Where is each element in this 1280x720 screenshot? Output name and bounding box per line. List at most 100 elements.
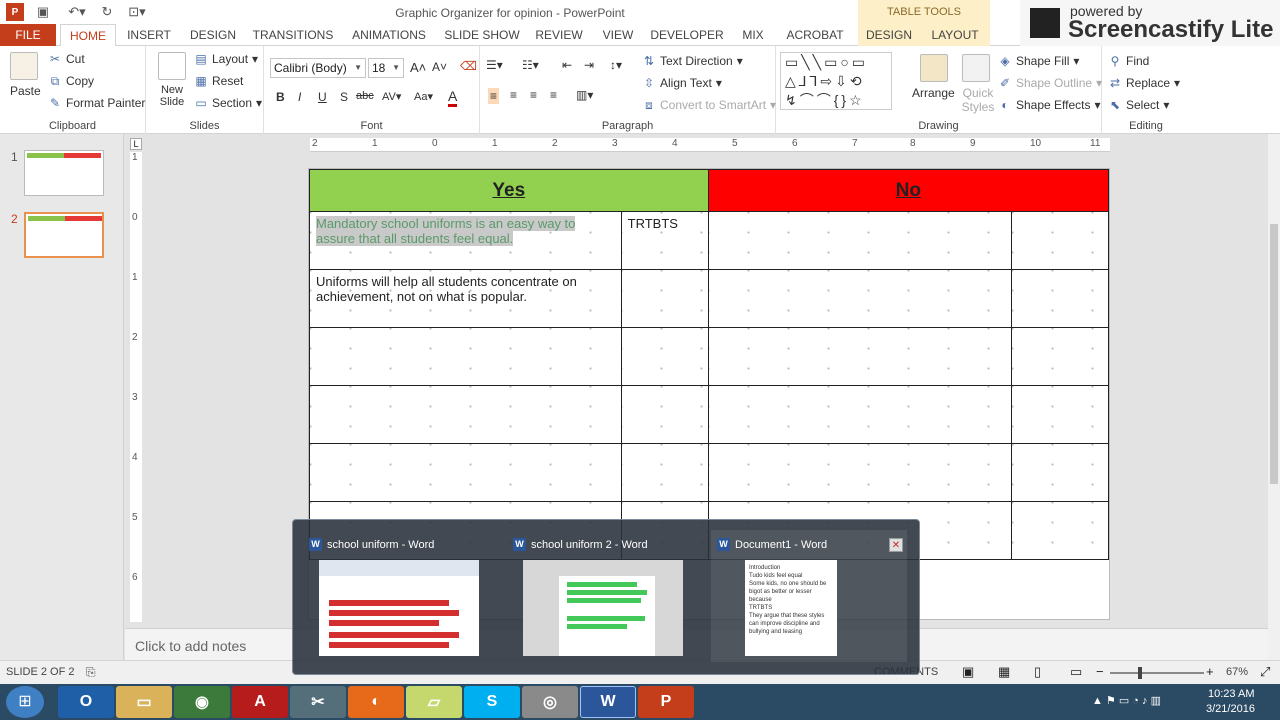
horizontal-ruler[interactable]: 2 1 0 1 2 3 4 5 6 7 8 9 10 11: [310, 138, 1110, 152]
paste-icon[interactable]: [10, 52, 38, 80]
shrink-font-icon[interactable]: A˅: [432, 60, 447, 74]
new-slide-button[interactable]: New Slide: [154, 84, 190, 108]
selected-text[interactable]: Mandatory school uniforms is an easy way…: [316, 216, 576, 246]
align-center-icon[interactable]: ≡: [510, 88, 517, 102]
layout-button[interactable]: ▤ Layout ▾: [194, 52, 258, 66]
table-cell[interactable]: [707, 269, 1013, 328]
table-cell[interactable]: [707, 327, 1013, 386]
font-family-select[interactable]: Calibri (Body) ▼: [270, 58, 366, 78]
change-case-icon[interactable]: Aa▾: [414, 90, 433, 103]
quick-styles-button[interactable]: Quick Styles: [958, 86, 998, 114]
zoom-slider-thumb[interactable]: [1138, 667, 1142, 679]
word-window-preview[interactable]: Wschool uniform 2 - Word: [507, 530, 703, 662]
tab-table-layout[interactable]: LAYOUT: [924, 24, 986, 46]
table-cell[interactable]: [1011, 327, 1109, 386]
replace-button[interactable]: ⇄ Replace ▾: [1108, 76, 1180, 90]
tab-file[interactable]: FILE: [0, 24, 56, 46]
format-painter-button[interactable]: ✎ Format Painter: [48, 96, 145, 110]
table-cell[interactable]: [620, 385, 709, 444]
columns-icon[interactable]: ▥▾: [576, 88, 593, 102]
align-left-icon[interactable]: ≡: [488, 88, 500, 104]
header-yes[interactable]: Yes: [309, 169, 709, 212]
paste-button[interactable]: Paste: [10, 84, 41, 98]
fit-slide-icon[interactable]: ⤢: [1260, 664, 1270, 680]
chrome-taskbar-icon[interactable]: ◉: [174, 686, 230, 718]
zoom-slider[interactable]: [1110, 672, 1204, 674]
shape-outline-button[interactable]: ✐ Shape Outline ▾: [998, 76, 1102, 90]
normal-view-icon[interactable]: ▣: [962, 664, 974, 680]
grow-font-icon[interactable]: A˄: [410, 60, 426, 75]
tab-insert[interactable]: INSERT: [122, 24, 176, 46]
find-button[interactable]: ⚲ Find: [1108, 54, 1150, 68]
justify-icon[interactable]: ≡: [550, 88, 557, 102]
decrease-indent-icon[interactable]: ⇤: [562, 58, 572, 72]
notes-taskbar-icon[interactable]: ▱: [406, 686, 462, 718]
reset-button[interactable]: ▦ Reset: [194, 74, 243, 88]
tab-mix[interactable]: MIX: [734, 24, 772, 46]
underline-icon[interactable]: U: [318, 90, 327, 104]
tab-home[interactable]: HOME: [60, 24, 116, 47]
file-explorer-taskbar-icon[interactable]: ▭: [116, 686, 172, 718]
tab-design[interactable]: DESIGN: [186, 24, 240, 46]
table-cell[interactable]: [309, 443, 622, 502]
tab-transitions[interactable]: TRANSITIONS: [250, 24, 336, 46]
table-cell[interactable]: [1011, 501, 1109, 560]
zoom-level[interactable]: 67%: [1226, 666, 1248, 678]
clock-time[interactable]: 10:23 AM: [1208, 688, 1254, 700]
table-cell[interactable]: [707, 211, 1013, 270]
firefox-taskbar-icon[interactable]: ◐: [348, 686, 404, 718]
table-cell[interactable]: [620, 327, 709, 386]
table-cell[interactable]: [309, 385, 622, 444]
arrange-button[interactable]: Arrange: [912, 86, 955, 100]
table-cell[interactable]: Uniforms will help all students concentr…: [309, 269, 622, 328]
vertical-scrollbar[interactable]: [1268, 134, 1280, 660]
word-window-preview[interactable]: W Document1 - Word ✕ Introduction Tudo ki…: [711, 530, 907, 662]
strikethrough-icon[interactable]: abc: [356, 90, 374, 102]
new-slide-icon[interactable]: [158, 52, 186, 80]
font-size-select[interactable]: 18 ▼: [368, 58, 404, 78]
scrollbar-thumb[interactable]: [1270, 224, 1278, 484]
tab-slide-show[interactable]: SLIDE SHOW: [442, 24, 522, 46]
tab-animations[interactable]: ANIMATIONS: [346, 24, 432, 46]
tab-review[interactable]: REVIEW: [532, 24, 586, 46]
table-cell[interactable]: TRTBTS: [620, 211, 709, 270]
italic-icon[interactable]: I: [298, 90, 301, 104]
table-cell[interactable]: [707, 385, 1013, 444]
shadow-icon[interactable]: S: [340, 90, 348, 104]
cut-button[interactable]: ✂ Cut: [48, 52, 85, 66]
snipping-tool-taskbar-icon[interactable]: ✂: [290, 686, 346, 718]
word-taskbar-icon[interactable]: W: [580, 686, 636, 718]
table-cell[interactable]: [309, 327, 622, 386]
numbering-icon[interactable]: ☷▾: [522, 58, 539, 72]
slide-thumbnail-2[interactable]: [24, 212, 104, 258]
slide-sorter-icon[interactable]: ▦: [998, 664, 1010, 680]
shape-fill-button[interactable]: ◈ Shape Fill ▾: [998, 54, 1079, 68]
reading-view-icon[interactable]: ▯: [1034, 664, 1041, 680]
clear-format-icon[interactable]: ⌫: [460, 59, 477, 73]
slideshow-icon[interactable]: ▭: [1070, 664, 1082, 680]
slide-thumbnail-1[interactable]: [24, 150, 104, 196]
table-cell[interactable]: [1011, 443, 1109, 502]
table-cell[interactable]: [620, 443, 709, 502]
arrange-icon[interactable]: [920, 54, 948, 82]
tab-table-design[interactable]: DESIGN: [860, 24, 918, 46]
increase-indent-icon[interactable]: ⇥: [584, 58, 594, 72]
font-color-icon[interactable]: A: [448, 88, 458, 107]
convert-smartart-button[interactable]: ⧈ Convert to SmartArt ▾: [642, 98, 776, 112]
align-text-button[interactable]: ⇳ Align Text ▾: [642, 76, 722, 90]
opinion-table[interactable]: Yes No Mandatory school uniforms is an e…: [309, 169, 1110, 560]
table-cell[interactable]: [707, 443, 1013, 502]
tray-icons[interactable]: ▲ ⚑ ▭ ◔ ♪ ▥: [1092, 694, 1161, 707]
start-button[interactable]: ⊞: [6, 686, 44, 718]
copy-button[interactable]: ⧉ Copy: [48, 74, 94, 88]
shapes-gallery[interactable]: ▭╲╲▭○▭ △⅃⅂⇨⇩⟲ ↯⌒⌒{}☆: [780, 52, 892, 110]
tab-acrobat[interactable]: ACROBAT: [782, 24, 848, 46]
bold-icon[interactable]: B: [276, 90, 285, 104]
acrobat-taskbar-icon[interactable]: A: [232, 686, 288, 718]
section-button[interactable]: ▭ Section ▾: [194, 96, 262, 110]
skype-taskbar-icon[interactable]: S: [464, 686, 520, 718]
table-cell[interactable]: [1011, 385, 1109, 444]
zoom-out-icon[interactable]: −: [1096, 664, 1104, 679]
table-cell[interactable]: [1011, 269, 1109, 328]
tab-view[interactable]: VIEW: [596, 24, 640, 46]
